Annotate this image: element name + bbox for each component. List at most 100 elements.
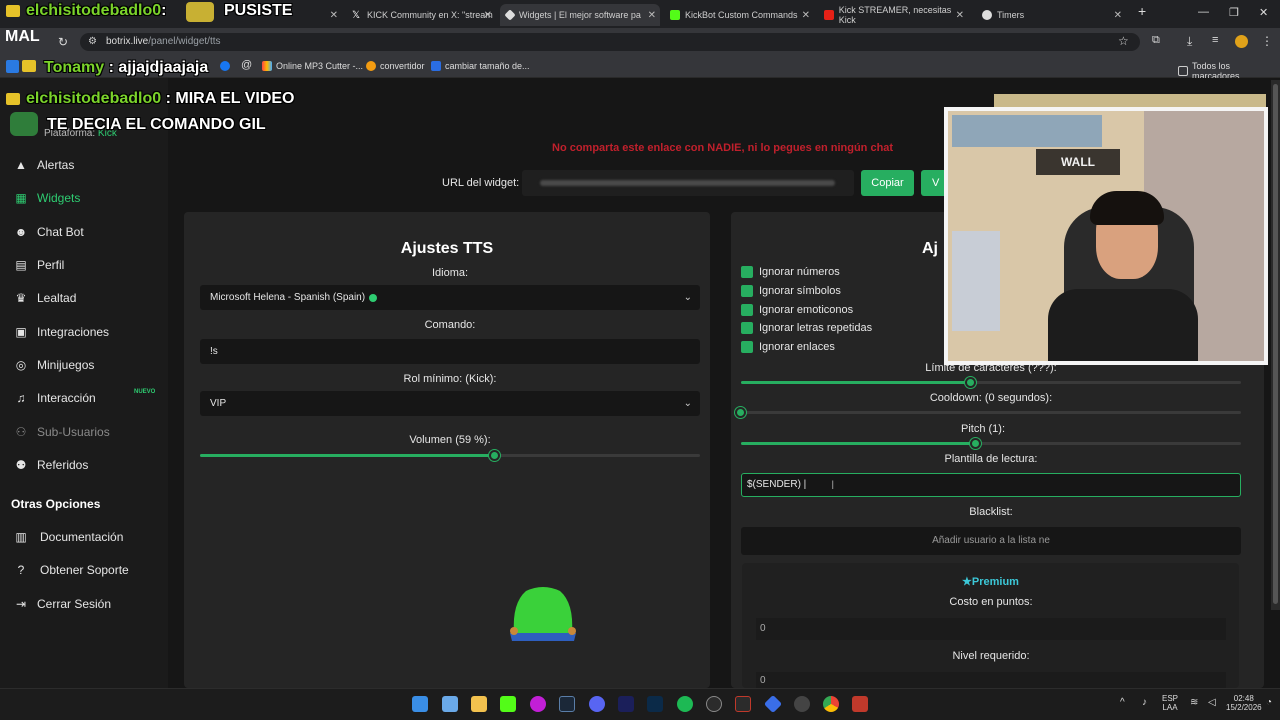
- sidebar-item-integraciones[interactable]: ▣ Integraciones: [14, 325, 109, 339]
- discord-icon[interactable]: [589, 696, 605, 712]
- language-select[interactable]: Microsoft Helena - Spanish (Spain) ⌄: [200, 285, 700, 310]
- sidebar-item-lealtad[interactable]: ♛ Lealtad: [14, 291, 77, 305]
- sidebar-item-soporte[interactable]: ? Obtener Soporte: [14, 563, 129, 577]
- chrome-icon[interactable]: [823, 696, 839, 712]
- capcut-icon[interactable]: [706, 696, 722, 712]
- valorant-icon[interactable]: [735, 696, 751, 712]
- char-limit-slider[interactable]: [741, 377, 1241, 388]
- menu-icon[interactable]: ⋮: [1261, 34, 1273, 48]
- sidebar-item-alertas[interactable]: ▲ Alertas: [14, 158, 74, 172]
- cost-input[interactable]: 0: [756, 618, 1226, 640]
- volume-slider-thumb[interactable]: [489, 450, 500, 461]
- sidebar-item-perfil[interactable]: ▤ Perfil: [14, 258, 64, 272]
- volume-icon[interactable]: ◁: [1208, 697, 1216, 708]
- chat-line-3: elchisitodebadlo0 : MIRA EL VIDEO: [26, 90, 295, 107]
- copy-button[interactable]: Copiar: [861, 170, 914, 196]
- close-icon[interactable]: ✕: [484, 10, 492, 21]
- minimize-icon[interactable]: —: [1198, 6, 1209, 18]
- tab-widgets[interactable]: Widgets | El mejor software pa ✕: [500, 4, 660, 26]
- facebook-icon[interactable]: [220, 61, 230, 71]
- level-input[interactable]: 0: [756, 672, 1226, 688]
- bookmark-convertidor[interactable]: convertidor: [366, 61, 425, 71]
- close-icon[interactable]: ✕: [802, 10, 810, 21]
- botrix-app-icon[interactable]: [852, 696, 868, 712]
- threads-icon[interactable]: @: [241, 59, 252, 71]
- sidebar-item-sub-usuarios[interactable]: ⚇ Sub-Usuarios: [14, 425, 110, 439]
- sidebar-item-referidos[interactable]: ⚉ Referidos: [14, 458, 89, 472]
- notepad-icon[interactable]: [442, 696, 458, 712]
- obs-icon[interactable]: [794, 696, 810, 712]
- cooldown-slider[interactable]: [735, 407, 1241, 418]
- bookmark-resize[interactable]: cambiar tamaño de...: [431, 61, 530, 71]
- webcam-overlay: WALL: [944, 107, 1268, 365]
- tab-kick-streamer[interactable]: Kick STREAMER, necesitas Kick ✕: [818, 4, 968, 26]
- checkbox-ignore-emotes[interactable]: Ignorar emoticonos: [741, 304, 853, 316]
- close-icon[interactable]: ✕: [1114, 10, 1122, 21]
- section-title-otras-opciones: Otras Opciones: [11, 497, 101, 511]
- tab-timers[interactable]: Timers ✕: [976, 4, 1126, 26]
- tab-kick-community[interactable]: 𝕏 KICK Community en X: "stream ✕: [346, 4, 496, 26]
- plug-icon: ▣: [15, 325, 27, 339]
- bookmark-star-icon[interactable]: ☆: [1118, 34, 1129, 48]
- wifi-icon[interactable]: ≋: [1190, 697, 1198, 708]
- canva-icon[interactable]: [530, 696, 546, 712]
- language-indicator[interactable]: ESP LAA: [1162, 694, 1178, 712]
- windows-start-icon[interactable]: [412, 696, 428, 712]
- bookmark-mp3-cutter[interactable]: Online MP3 Cutter -...: [262, 61, 363, 71]
- tray-chevron-up-icon[interactable]: ^: [1120, 697, 1125, 708]
- sidebar-item-documentacion[interactable]: ▥ Documentación: [14, 530, 123, 544]
- profile-avatar[interactable]: [1235, 35, 1248, 48]
- close-icon[interactable]: ✕: [648, 10, 656, 21]
- pitch-thumb[interactable]: [970, 438, 981, 449]
- sidebar-item-minijuegos[interactable]: ◎ Minijuegos: [14, 358, 95, 372]
- kick-app-icon[interactable]: [500, 696, 516, 712]
- chat-line-1-extra: PUSISTE: [224, 2, 293, 19]
- volume-slider-fill: [200, 454, 495, 457]
- sidebar-item-widgets[interactable]: ▦ Widgets: [14, 191, 80, 205]
- site-info-icon[interactable]: ⚙: [88, 33, 97, 51]
- close-icon[interactable]: ✕: [956, 10, 964, 21]
- template-label: Plantilla de lectura:: [944, 453, 1038, 465]
- microphone-icon[interactable]: ♪: [1142, 697, 1147, 708]
- checkbox-ignore-symbols[interactable]: Ignorar símbolos: [741, 285, 841, 297]
- photoshop-icon[interactable]: [647, 696, 663, 712]
- bookmark-crown-icon[interactable]: [22, 60, 36, 72]
- sidebar-item-chat-bot[interactable]: ☻ Chat Bot: [14, 225, 84, 239]
- premiere-icon[interactable]: [618, 696, 634, 712]
- checkbox-ignore-numbers[interactable]: Ignorar números: [741, 266, 840, 278]
- reload-icon[interactable]: ↻: [58, 35, 68, 49]
- notification-bell-icon[interactable]: ◔: [1266, 697, 1272, 708]
- bookmark-app-icon[interactable]: [6, 60, 19, 73]
- tts-settings-panel: [184, 212, 710, 688]
- language-label: Idioma:: [431, 267, 469, 279]
- checkbox-checked-icon: [741, 341, 753, 353]
- command-input[interactable]: !s: [200, 339, 700, 364]
- download-icon[interactable]: ⤓: [1187, 34, 1192, 49]
- sidebar-item-cerrar-sesion[interactable]: ⇥ Cerrar Sesión: [14, 597, 111, 611]
- new-tab-icon[interactable]: +: [1138, 3, 1146, 19]
- steam-icon[interactable]: [559, 696, 575, 712]
- scrollbar-thumb[interactable]: [1273, 84, 1278, 604]
- checkbox-ignore-links[interactable]: Ignorar enlaces: [741, 341, 835, 353]
- blacklist-input[interactable]: Añadir usuario a la lista ne: [741, 527, 1241, 555]
- window-close-icon[interactable]: ✕: [1259, 6, 1268, 19]
- role-select[interactable]: VIP ⌄: [200, 391, 700, 416]
- tab-kickbot[interactable]: KickBot Custom Commands ✕: [664, 4, 814, 26]
- volume-slider[interactable]: [200, 450, 700, 461]
- template-input[interactable]: $(SENDER) |: [741, 473, 1241, 497]
- restore-icon[interactable]: ❐: [1229, 6, 1239, 19]
- char-limit-thumb[interactable]: [965, 377, 976, 388]
- crown-badge-icon: [6, 93, 20, 105]
- media-control-icon[interactable]: ≡: [1212, 34, 1218, 46]
- file-explorer-icon[interactable]: [471, 696, 487, 712]
- checkbox-ignore-repeated[interactable]: Ignorar letras repetidas: [741, 322, 872, 334]
- crown-badge-icon: [6, 5, 20, 17]
- close-icon[interactable]: ✕: [330, 10, 338, 21]
- url-input[interactable]: ⚙ botrix.live/panel/widget/tts: [80, 33, 1140, 51]
- extensions-icon[interactable]: ⧉: [1152, 34, 1160, 47]
- spotify-icon[interactable]: [677, 696, 693, 712]
- pitch-slider[interactable]: [741, 438, 1241, 449]
- sidebar-item-interaccion[interactable]: ♫ Interacción: [14, 391, 96, 405]
- cooldown-thumb[interactable]: [735, 407, 746, 418]
- clock[interactable]: 02:48 15/2/2026: [1226, 694, 1262, 712]
